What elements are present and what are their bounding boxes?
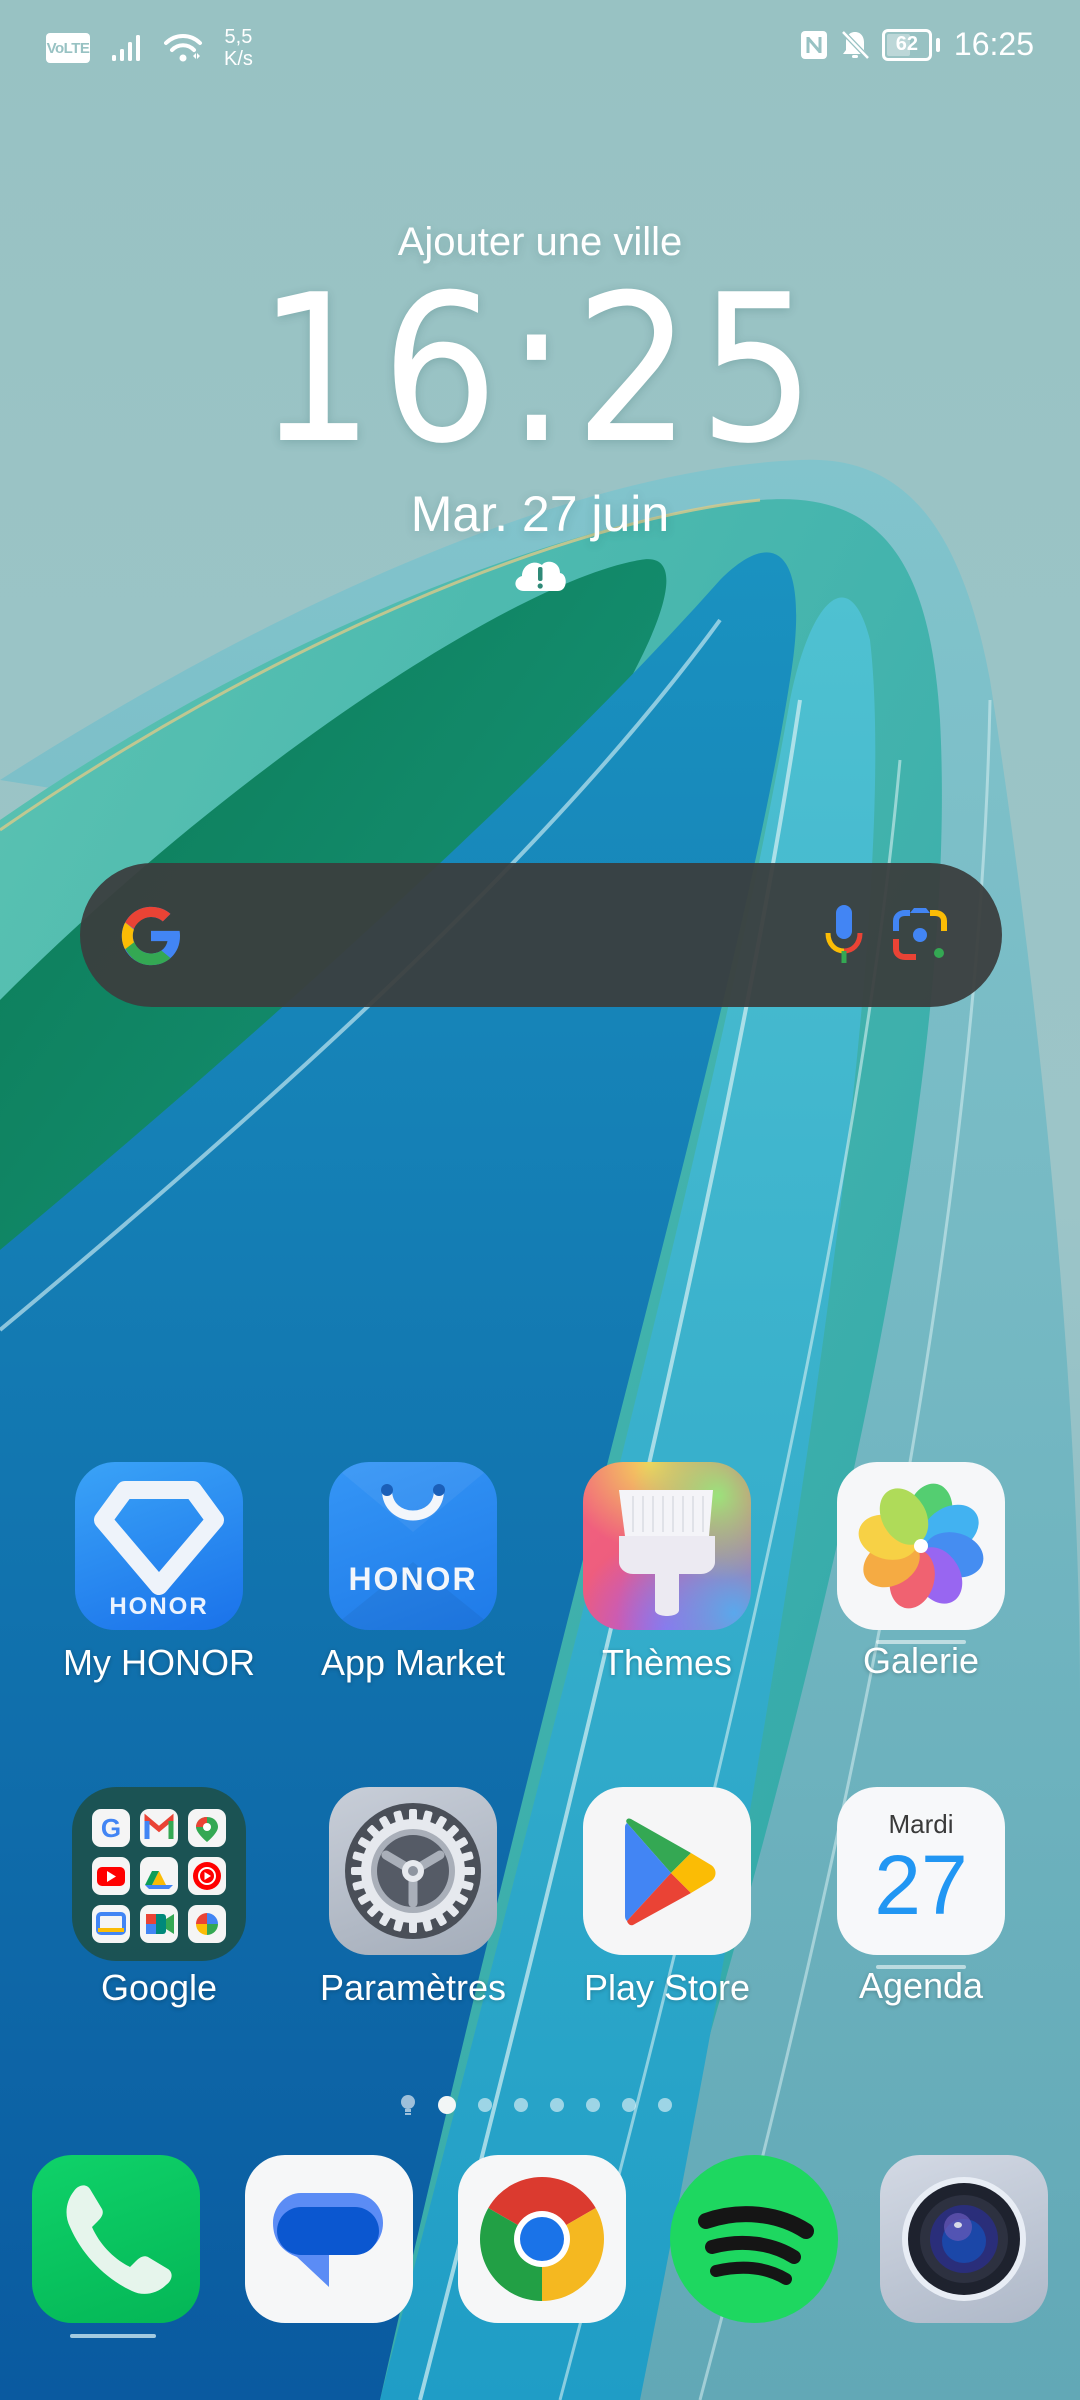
assistant-page-bulb-icon[interactable] [400, 2094, 416, 2116]
google-g-icon[interactable] [116, 901, 186, 971]
page-dot[interactable] [658, 2098, 672, 2112]
clock-date[interactable]: Mar. 27 juin [0, 485, 1080, 543]
dock-messages[interactable] [245, 2155, 413, 2323]
cloud-alert-icon[interactable] [510, 553, 570, 600]
volte-icon: VoLTE [46, 33, 90, 63]
calendar-icon: Mardi 27 [837, 1787, 1005, 1955]
status-time: 16:25 [953, 26, 1034, 62]
page-dot[interactable] [478, 2098, 492, 2112]
wifi-icon [164, 33, 202, 62]
dock-phone[interactable] [32, 2155, 200, 2323]
chrome-icon [479, 2176, 605, 2301]
dock-camera[interactable] [880, 2155, 1048, 2323]
app-themes[interactable]: Thèmes [540, 1462, 794, 1684]
app-label: My HONOR [63, 1642, 255, 1683]
bell-off-icon [841, 29, 870, 60]
app-settings[interactable]: Paramètres [286, 1787, 540, 2009]
messages-icon [273, 2193, 383, 2287]
google-folder-icon: G [72, 1787, 246, 1961]
app-gallery[interactable]: Galerie [794, 1462, 1048, 1682]
themes-brush-icon [583, 1462, 751, 1630]
dock-spotify[interactable] [670, 2155, 838, 2323]
app-app-market[interactable]: HONOR App Market [286, 1462, 540, 1684]
page-dot[interactable] [550, 2098, 564, 2112]
clock-weather-widget[interactable]: Ajouter une ville 16:25 Mar. 27 juin [0, 220, 1080, 600]
app-label: App Market [320, 1642, 506, 1683]
svg-text:HONOR: HONOR [109, 1593, 208, 1620]
spotify-icon [698, 2206, 814, 2285]
app-calendar[interactable]: Mardi 27 Agenda [794, 1787, 1048, 2007]
signal-icon [112, 35, 140, 61]
app-label: Galerie [862, 1640, 980, 1681]
network-speed: 5,5 K/s [224, 26, 253, 70]
nfc-icon [800, 30, 827, 59]
app-my-honor[interactable]: HONOR My HONOR [32, 1462, 286, 1684]
mic-icon[interactable] [820, 903, 868, 967]
app-play-store[interactable]: Play Store [540, 1787, 794, 2009]
gallery-flower-icon [837, 1462, 1005, 1630]
app-label: Play Store [583, 1967, 751, 2008]
app-market-icon: HONOR [329, 1462, 497, 1630]
page-indicator[interactable] [400, 2094, 672, 2116]
camera-icon [902, 2177, 1026, 2301]
battery-tip [935, 37, 940, 52]
app-label: Thèmes [601, 1642, 733, 1683]
dock-chrome[interactable] [458, 2155, 626, 2323]
app-label: Paramètres [319, 1967, 507, 2008]
play-store-icon [583, 1787, 751, 1955]
phone-icon [66, 2185, 172, 2294]
battery-icon: 62 [881, 28, 932, 61]
svg-text:HONOR: HONOR [348, 1561, 477, 1597]
svg-text:G: G [101, 1813, 121, 1843]
phone-active-indicator [70, 2334, 156, 2338]
page-dot-active[interactable] [438, 2096, 456, 2114]
page-dot[interactable] [514, 2098, 528, 2112]
calendar-day: Mardi [888, 1809, 954, 1839]
my-honor-icon: HONOR [75, 1462, 243, 1630]
app-label: Google [100, 1967, 218, 2008]
page-dot[interactable] [586, 2098, 600, 2112]
status-bar[interactable]: VoLTE 5,5 K/s 62 16:25 [0, 0, 1080, 100]
settings-gear-icon [329, 1787, 497, 1955]
calendar-date: 27 [874, 1838, 968, 1932]
app-google-folder[interactable]: G Google [32, 1787, 286, 2009]
app-label: Agenda [858, 1965, 984, 2006]
page-dot[interactable] [622, 2098, 636, 2112]
google-lens-icon[interactable] [890, 905, 950, 965]
clock-time[interactable]: 16:25 [54, 269, 1026, 473]
google-search-bar[interactable] [80, 863, 1002, 1007]
